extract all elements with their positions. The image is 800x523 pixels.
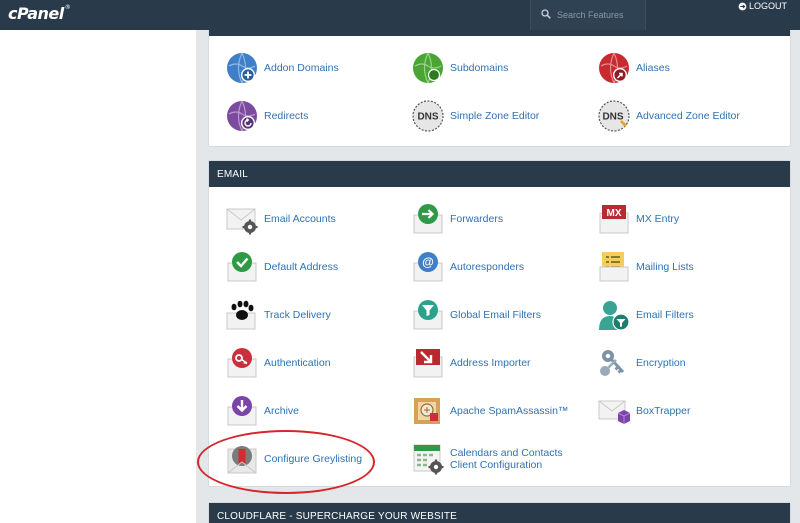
item-label: Default Address <box>264 261 339 273</box>
default-address-link[interactable]: Default Address <box>226 251 338 283</box>
item-label: Apache SpamAssassin™ <box>450 405 569 417</box>
globe-subdomain-icon <box>413 52 443 84</box>
email-filters-link[interactable]: Email Filters <box>598 299 694 331</box>
address-importer-link[interactable]: Address Importer <box>412 347 531 379</box>
global-email-filters-link[interactable]: Global Email Filters <box>412 299 541 331</box>
item-label: Archive <box>264 405 300 417</box>
email-filters-icon <box>599 301 630 331</box>
track-delivery-link[interactable]: Track Delivery <box>226 299 331 331</box>
item-label: Aliases <box>636 62 670 74</box>
email-accounts-icon <box>226 208 258 235</box>
email-panel-title: EMAIL <box>217 168 249 180</box>
email-panel-header[interactable]: EMAIL <box>209 161 790 187</box>
advanced-zone-editor-link[interactable]: DNS Advanced Zone Editor <box>598 100 740 132</box>
aliases-link[interactable]: Aliases <box>598 52 670 84</box>
item-label: Simple Zone Editor <box>450 110 540 122</box>
boxtrapper-link[interactable]: BoxTrapper <box>598 395 690 427</box>
item-label: Calendars and Contacts Client Configurat… <box>450 447 563 471</box>
item-label-line2: Client Configuration <box>450 459 543 471</box>
logout-label: LOGOUT <box>749 1 788 11</box>
calendars-icon <box>413 444 444 475</box>
dns-badge: DNS <box>417 112 438 123</box>
domains-panel: Addon Domains Subdomains Aliases Redirec… <box>208 30 791 147</box>
redirects-link[interactable]: Redirects <box>226 100 308 132</box>
search-box <box>530 0 646 30</box>
item-label: Track Delivery <box>264 309 331 321</box>
default-address-icon <box>227 252 257 282</box>
globe-alias-icon <box>599 52 629 84</box>
dns-icon: DNS <box>412 100 444 132</box>
addon-domains-link[interactable]: Addon Domains <box>226 52 339 84</box>
globe-redirect-icon <box>227 100 257 132</box>
spamassassin-link[interactable]: Apache SpamAssassin™ <box>412 395 568 427</box>
boxtrapper-icon <box>598 400 630 424</box>
archive-link[interactable]: Archive <box>226 395 299 427</box>
encryption-link[interactable]: Encryption <box>598 347 686 379</box>
item-label: Authentication <box>264 357 331 369</box>
configure-greylisting-link[interactable]: Configure Greylisting <box>226 443 362 475</box>
item-label: Configure Greylisting <box>264 453 363 465</box>
email-accounts-link[interactable]: Email Accounts <box>226 203 336 235</box>
item-label: Email Accounts <box>264 213 336 225</box>
subdomains-link[interactable]: Subdomains <box>412 52 508 84</box>
cloudflare-panel-title: CLOUDFLARE - SUPERCHARGE YOUR WEBSITE <box>217 510 458 522</box>
item-label: Mailing Lists <box>636 261 694 273</box>
archive-icon <box>227 396 257 426</box>
item-label: Address Importer <box>450 357 531 369</box>
item-label: BoxTrapper <box>636 405 691 417</box>
email-panel: EMAIL Email Accounts Forwarders MX MX En… <box>208 160 791 487</box>
item-label: Addon Domains <box>264 62 339 74</box>
item-label: Advanced Zone Editor <box>636 110 740 122</box>
mx-entry-link[interactable]: MX MX Entry <box>598 203 679 235</box>
item-label: Forwarders <box>450 213 504 225</box>
item-label: Subdomains <box>450 62 509 74</box>
search-input[interactable] <box>557 8 643 22</box>
simple-zone-editor-link[interactable]: DNS Simple Zone Editor <box>412 100 539 132</box>
item-label-line1: Calendars and Contacts <box>450 447 563 459</box>
authentication-link[interactable]: Authentication <box>226 347 331 379</box>
spamassassin-icon <box>414 398 440 424</box>
globe-plus-icon <box>227 52 257 84</box>
mx-badge: MX <box>607 208 622 219</box>
track-delivery-icon <box>226 300 256 330</box>
top-bar: cPanel® LOGOUT <box>0 0 800 30</box>
item-label: Autoresponders <box>450 261 525 273</box>
authentication-icon <box>227 348 257 378</box>
sidebar <box>0 30 196 523</box>
mailing-lists-icon <box>599 252 629 282</box>
forwarders-icon <box>413 204 443 234</box>
cpanel-logo[interactable]: cPanel® <box>8 4 71 23</box>
greylisting-icon <box>227 446 257 474</box>
cloudflare-panel: CLOUDFLARE - SUPERCHARGE YOUR WEBSITE <box>208 502 791 523</box>
mx-entry-icon: MX <box>599 205 629 234</box>
dns-advanced-icon: DNS <box>598 100 630 132</box>
item-label: Redirects <box>264 110 309 122</box>
cloudflare-panel-header[interactable]: CLOUDFLARE - SUPERCHARGE YOUR WEBSITE <box>209 503 790 523</box>
item-label: Encryption <box>636 357 686 369</box>
dns-badge: DNS <box>602 112 623 123</box>
encryption-icon <box>600 350 625 376</box>
at-badge: @ <box>422 255 434 269</box>
forwarders-link[interactable]: Forwarders <box>412 203 503 235</box>
logout-icon <box>738 2 747 10</box>
autoresponders-icon: @ <box>413 252 443 282</box>
logout-button[interactable]: LOGOUT <box>738 1 787 11</box>
address-importer-icon <box>413 349 443 378</box>
domains-panel-header <box>209 30 790 36</box>
global-filters-icon <box>413 300 443 330</box>
search-icon <box>541 9 551 19</box>
autoresponders-link[interactable]: @ Autoresponders <box>412 251 524 283</box>
mailing-lists-link[interactable]: Mailing Lists <box>598 251 694 283</box>
item-label: Global Email Filters <box>450 309 542 321</box>
calendars-contacts-link[interactable]: Calendars and Contacts Client Configurat… <box>412 443 563 475</box>
item-label: MX Entry <box>636 213 680 225</box>
item-label: Email Filters <box>636 309 694 321</box>
